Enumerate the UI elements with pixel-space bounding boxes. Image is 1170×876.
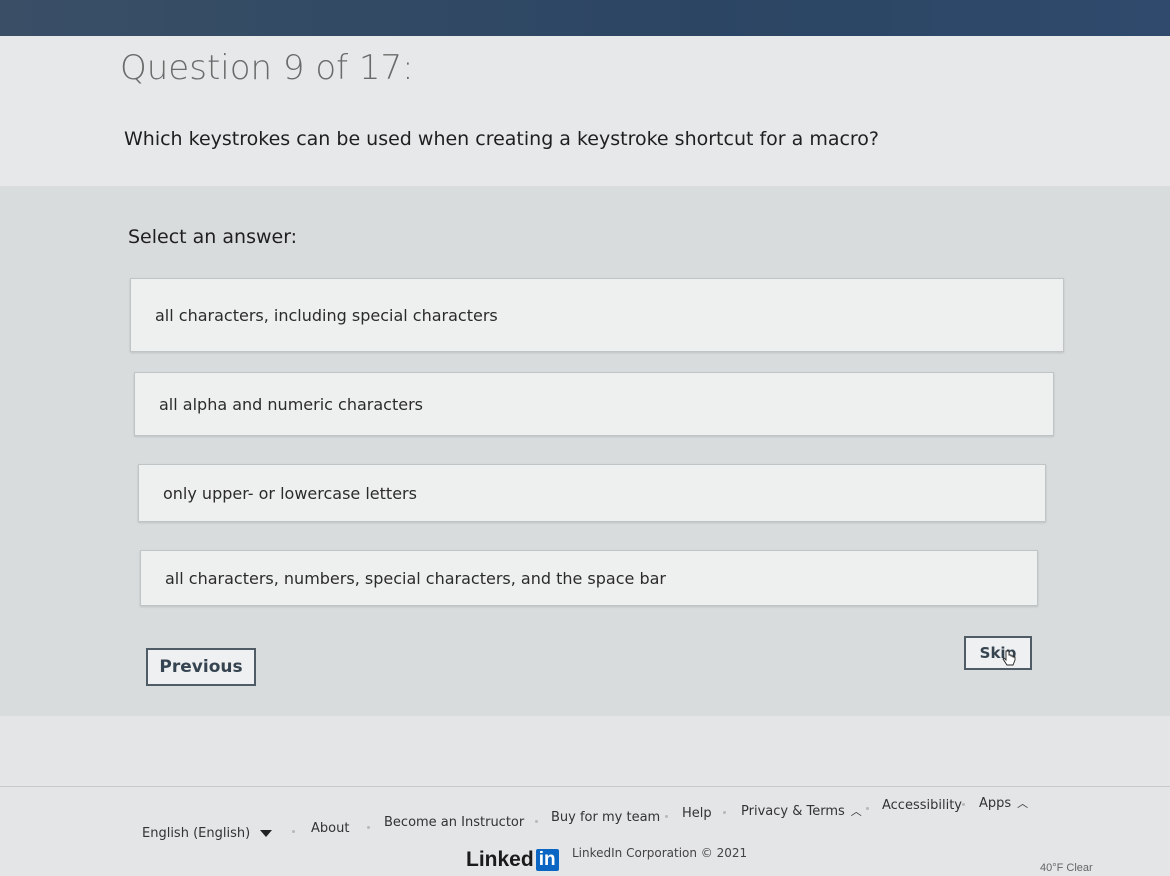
footer-divider bbox=[0, 786, 1170, 787]
separator-dot bbox=[962, 803, 965, 806]
answer-option-1[interactable]: all characters, including special charac… bbox=[130, 278, 1064, 352]
linkedin-logo: Linked in bbox=[466, 846, 559, 874]
separator-dot bbox=[292, 830, 295, 833]
logo-wordmark: Linked bbox=[466, 848, 534, 871]
chevron-up-icon: ︿ bbox=[850, 805, 862, 818]
hand-pointer-icon bbox=[1002, 650, 1016, 666]
separator-dot bbox=[367, 826, 370, 829]
logo-in-badge: in bbox=[535, 849, 559, 871]
answer-option-label: all characters, including special charac… bbox=[155, 305, 498, 325]
answer-option-2[interactable]: all alpha and numeric characters bbox=[134, 372, 1054, 436]
language-label: English (English) bbox=[142, 826, 251, 841]
skip-button[interactable]: Skip bbox=[964, 636, 1032, 670]
question-text: Which keystrokes can be used when creati… bbox=[124, 128, 880, 150]
copyright-text: LinkedIn Corporation © 2021 bbox=[572, 846, 748, 860]
separator-dot bbox=[723, 811, 726, 814]
question-title: Question 9 of 17: bbox=[120, 48, 414, 88]
separator-dot bbox=[866, 807, 869, 810]
buy-for-team-link[interactable]: Buy for my team bbox=[551, 810, 660, 825]
help-link[interactable]: Help bbox=[682, 806, 712, 821]
become-instructor-link[interactable]: Become an Instructor bbox=[384, 815, 524, 830]
answer-option-3[interactable]: only upper- or lowercase letters bbox=[138, 464, 1046, 522]
accessibility-link[interactable]: Accessibility bbox=[882, 798, 962, 813]
answer-option-label: all alpha and numeric characters bbox=[159, 394, 423, 414]
apps-label: Apps bbox=[979, 796, 1012, 811]
previous-button[interactable]: Previous bbox=[146, 648, 256, 686]
about-link[interactable]: About bbox=[311, 821, 349, 836]
chevron-up-icon: ︿ bbox=[1017, 797, 1029, 810]
language-selector[interactable]: English (English) bbox=[142, 826, 273, 841]
top-header-bar bbox=[0, 0, 1170, 36]
taskbar-weather: 40°F Clear bbox=[1040, 862, 1093, 874]
separator-dot bbox=[535, 820, 538, 823]
privacy-terms-link[interactable]: Privacy & Terms ︿ bbox=[741, 803, 862, 819]
apps-link[interactable]: Apps ︿ bbox=[979, 795, 1028, 811]
select-answer-label: Select an answer: bbox=[128, 226, 298, 248]
privacy-terms-label: Privacy & Terms bbox=[741, 804, 845, 819]
separator-dot bbox=[665, 815, 668, 818]
answer-option-label: only upper- or lowercase letters bbox=[163, 483, 417, 503]
caret-down-icon bbox=[260, 830, 273, 837]
answer-option-label: all characters, numbers, special charact… bbox=[165, 568, 666, 588]
answer-option-4[interactable]: all characters, numbers, special charact… bbox=[140, 550, 1038, 606]
